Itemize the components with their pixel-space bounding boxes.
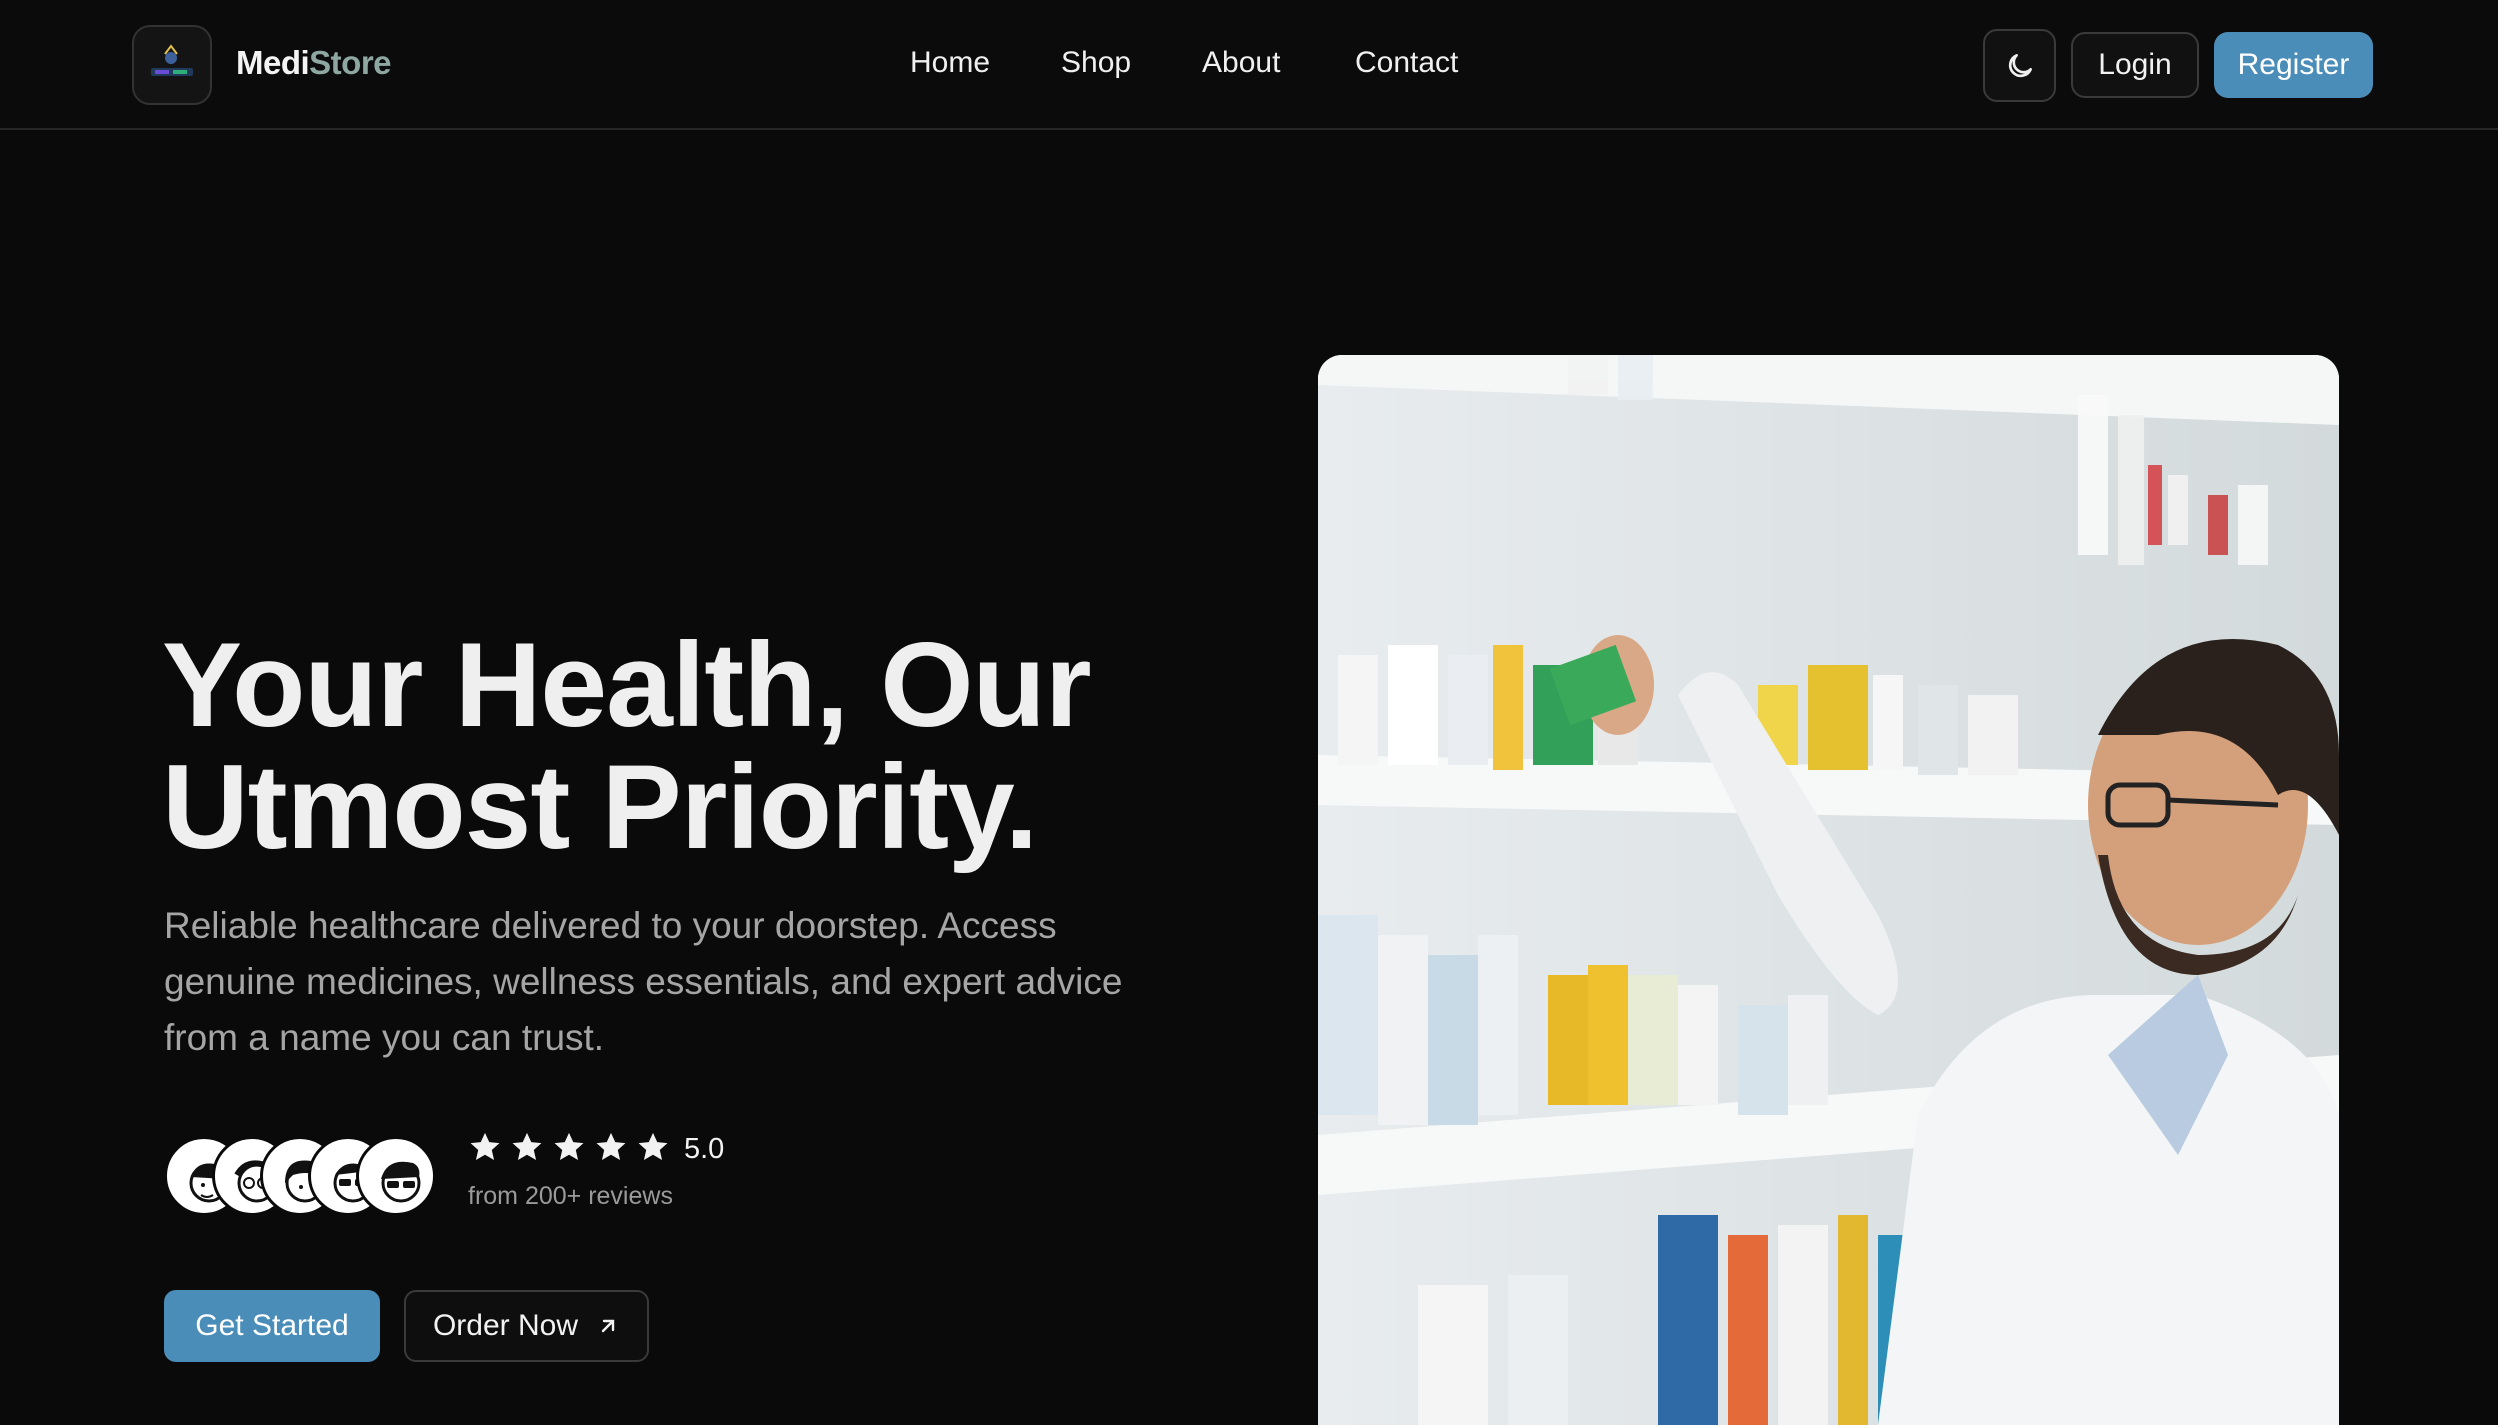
hero-image-pharmacist xyxy=(1318,355,2339,1425)
nav-about-link[interactable]: About xyxy=(1202,46,1280,80)
register-button[interactable]: Register xyxy=(2214,32,2373,98)
pharmacist-photo xyxy=(1318,355,2339,1425)
reviews-count: from 200+ reviews xyxy=(468,1182,673,1210)
hero-description: Reliable healthcare delivered to your do… xyxy=(164,905,1123,1058)
get-started-button[interactable]: Get Started xyxy=(164,1290,380,1362)
star-icon xyxy=(596,1132,626,1161)
order-now-label: Order Now xyxy=(432,1309,579,1342)
order-now-button[interactable]: Order Now xyxy=(404,1290,649,1362)
nav-shop-link[interactable]: Shop xyxy=(1061,46,1131,80)
avatar xyxy=(356,1136,436,1216)
top-navbar: MediStore Home Shop About Contact Login … xyxy=(0,0,2498,130)
star-icon xyxy=(470,1132,500,1161)
hero-title-line2: Utmost Priority. xyxy=(162,740,1038,874)
login-button[interactable]: Login xyxy=(2071,32,2199,98)
rating-stars xyxy=(468,1130,670,1164)
theme-toggle-button[interactable] xyxy=(1983,29,2056,102)
customer-avatars xyxy=(164,1136,444,1218)
star-icon xyxy=(554,1132,584,1161)
hero-title: Your Health, Our Utmost Priority. xyxy=(162,624,1262,868)
rating-value: 5.0 xyxy=(684,1133,725,1165)
nav-contact-link[interactable]: Contact xyxy=(1355,46,1458,80)
nav-home-link[interactable]: Home xyxy=(910,46,990,80)
hero-title-line1: Your Health, Our xyxy=(162,618,1092,752)
arrow-up-right-icon xyxy=(601,1319,615,1333)
star-icon xyxy=(512,1132,542,1161)
star-icon xyxy=(638,1132,668,1161)
moon-icon xyxy=(2008,53,2032,77)
